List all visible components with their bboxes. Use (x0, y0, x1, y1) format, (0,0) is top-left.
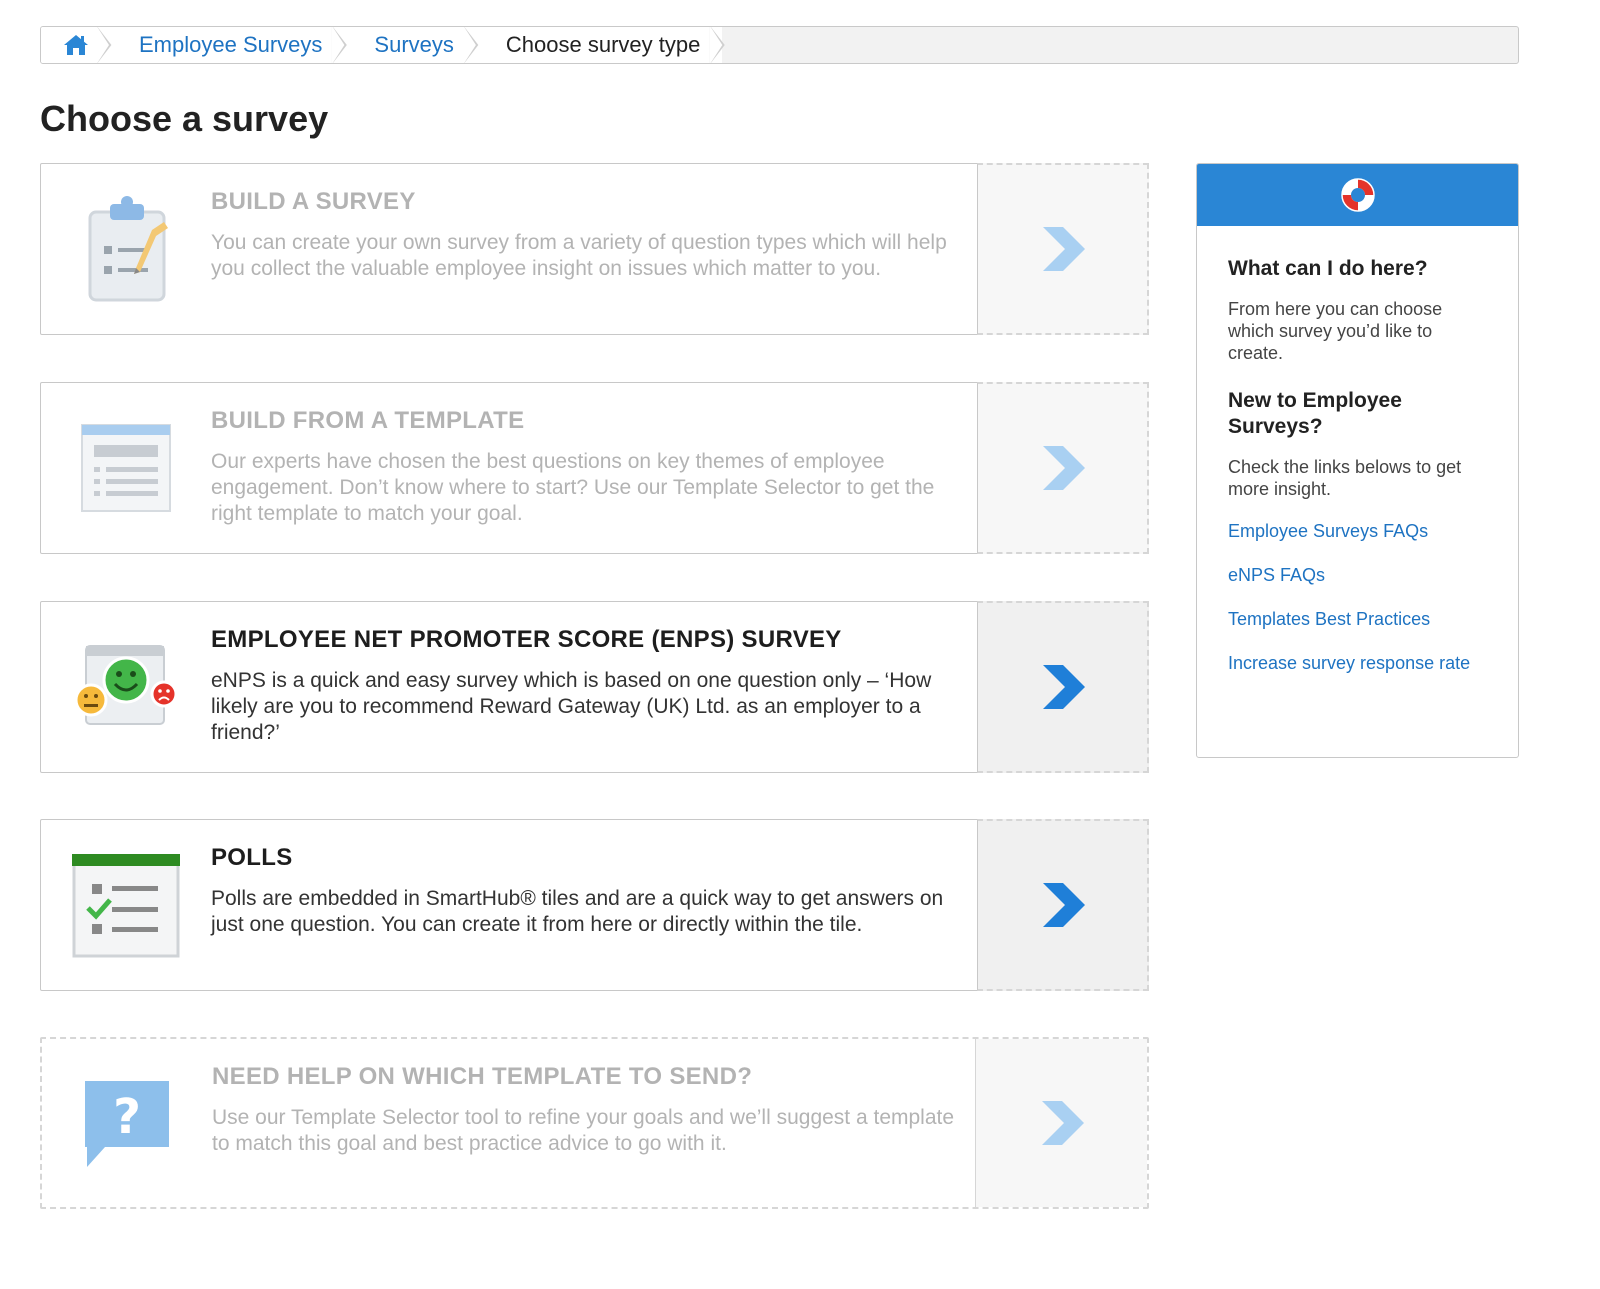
card-content: EMPLOYEE NET PROMOTER SCORE (ENPS) SURVE… (211, 602, 977, 772)
card-arrow-button[interactable] (977, 601, 1149, 773)
card-title: EMPLOYEE NET PROMOTER SCORE (ENPS) SURVE… (211, 626, 842, 653)
card-arrow-button[interactable] (977, 163, 1149, 335)
help-text: Check the links belows to get more insig… (1228, 457, 1462, 499)
card-title: BUILD FROM A TEMPLATE (211, 407, 525, 434)
help-panel: What can I do here? From here you can ch… (1196, 163, 1519, 758)
card-template-help[interactable]: ? NEED HELP ON WHICH TEMPLATE TO SEND? U… (40, 1037, 1149, 1209)
card-icon-area (41, 383, 211, 553)
link-templates-best-practices[interactable]: Templates Best Practices (1228, 608, 1488, 630)
card-icon-area (41, 602, 211, 772)
help-header (1197, 164, 1518, 226)
link-increase-response-rate[interactable]: Increase survey response rate (1228, 652, 1488, 674)
breadcrumb-surveys[interactable]: Surveys (344, 27, 476, 63)
link-employee-surveys-faqs[interactable]: Employee Surveys FAQs (1228, 520, 1488, 542)
card-content: NEED HELP ON WHICH TEMPLATE TO SEND? Use… (212, 1039, 975, 1207)
breadcrumb-employee-surveys[interactable]: Employee Surveys (109, 27, 345, 63)
chevron-right-icon (1042, 883, 1085, 927)
help-body: What can I do here? From here you can ch… (1197, 226, 1518, 674)
card-content: BUILD A SURVEY You can create your own s… (211, 164, 977, 334)
question-bubble-icon: ? (85, 1081, 169, 1167)
help-text: From here you can choose which survey yo… (1228, 299, 1443, 363)
card-arrow-button[interactable] (977, 382, 1149, 554)
chevron-right-icon (1041, 1101, 1084, 1145)
card-build-survey[interactable]: BUILD A SURVEY You can create your own s… (40, 163, 1149, 335)
card-title: BUILD A SURVEY (211, 188, 416, 215)
breadcrumb: Employee Surveys Surveys Choose survey t… (40, 26, 1519, 64)
card-description: Polls are embedded in SmartHub® tiles an… (211, 887, 944, 936)
help-heading: New to Employee Surveys? (1228, 389, 1402, 438)
card-icon-area: ? (42, 1039, 212, 1207)
breadcrumb-home[interactable] (41, 27, 109, 63)
chevron-right-icon (1042, 665, 1085, 709)
card-description: You can create your own survey from a va… (211, 231, 947, 280)
enps-faces-icon (74, 645, 178, 725)
card-description: Use our Template Selector tool to refine… (212, 1106, 955, 1155)
chevron-right-icon (1042, 227, 1085, 271)
page-title: Choose a survey (40, 98, 329, 139)
poll-checklist-icon (72, 854, 180, 958)
link-enps-faqs[interactable]: eNPS FAQs (1228, 564, 1488, 586)
card-icon-area (41, 164, 211, 334)
help-heading: What can I do here? (1228, 257, 1428, 280)
card-arrow-button[interactable] (977, 819, 1149, 991)
template-icon (81, 424, 171, 512)
clipboard-icon (88, 196, 168, 302)
card-icon-area (41, 820, 211, 990)
card-enps-survey[interactable]: EMPLOYEE NET PROMOTER SCORE (ENPS) SURVE… (40, 601, 1149, 773)
svg-text:?: ? (113, 1089, 141, 1145)
breadcrumb-current: Choose survey type (475, 27, 723, 63)
card-content: POLLS Polls are embedded in SmartHub® ti… (211, 820, 977, 990)
card-title: POLLS (211, 844, 293, 871)
home-icon (64, 35, 88, 55)
card-title: NEED HELP ON WHICH TEMPLATE TO SEND? (212, 1063, 753, 1090)
card-description: eNPS is a quick and easy survey which is… (211, 669, 932, 744)
card-polls[interactable]: POLLS Polls are embedded in SmartHub® ti… (40, 819, 1149, 991)
help-links: Employee Surveys FAQs eNPS FAQs Template… (1228, 520, 1488, 674)
card-content: BUILD FROM A TEMPLATE Our experts have c… (211, 383, 977, 553)
card-build-template[interactable]: BUILD FROM A TEMPLATE Our experts have c… (40, 382, 1149, 554)
lifebuoy-icon (1340, 178, 1375, 212)
card-arrow-button[interactable] (975, 1039, 1147, 1207)
card-description: Our experts have chosen the best questio… (211, 450, 935, 525)
chevron-right-icon (1042, 446, 1085, 490)
